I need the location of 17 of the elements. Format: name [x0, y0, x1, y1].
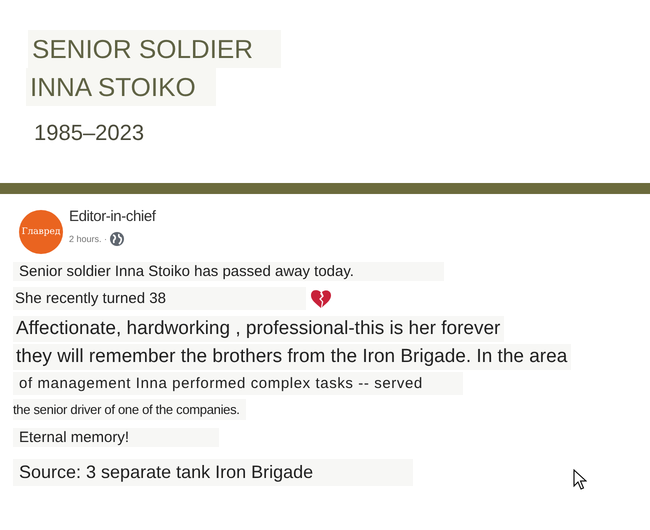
post-text: the senior driver of one of the companies.: [13, 399, 246, 420]
title-text: SENIOR SOLDIER: [28, 30, 282, 68]
cursor-icon: [573, 469, 587, 491]
post-text: of management Inna performed complex tasks -- served: [13, 372, 463, 395]
post-time[interactable]: 2 hours. ·: [69, 234, 108, 244]
post-text: they will remember the brothers from the Iron Brigade. In the area: [13, 344, 572, 370]
post-text: Eternal memory!: [13, 428, 220, 447]
title-text: INNA STOIKO: [26, 68, 216, 106]
globe-icon: [109, 231, 126, 247]
years-text: 1985–2023: [34, 120, 146, 146]
broken-heart-icon: [310, 288, 332, 308]
post-text: She recently turned 38: [13, 287, 306, 310]
post-text: Senior soldier Inna Stoiko has passed away today.: [13, 262, 444, 281]
avatar[interactable]: Главред: [19, 210, 63, 254]
author-name[interactable]: Editor-in-chief: [69, 208, 156, 225]
post-text: Affectionate, hardworking , professional-this is her forever: [13, 316, 504, 342]
post-text: Source: 3 separate tank Iron Brigade: [13, 459, 414, 486]
